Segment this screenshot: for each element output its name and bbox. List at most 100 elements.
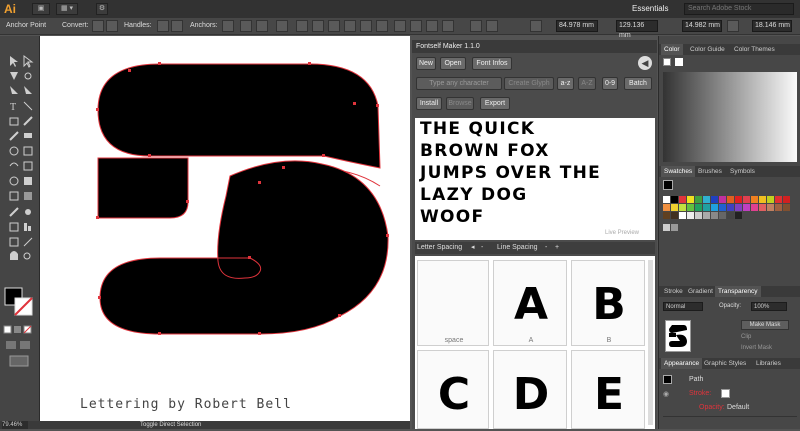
tab-transparency[interactable]: Transparency [715,286,761,297]
sort-AZ-button[interactable]: A-Z [578,77,596,90]
glyph-cell[interactable]: A A [493,260,567,346]
color-fill-swatch[interactable] [663,58,671,66]
new-button[interactable]: New [416,57,436,70]
width-field[interactable]: 14.982 mm [682,20,722,32]
arrange-documents-button[interactable]: ▦ ▾ [56,3,78,15]
export-button[interactable]: Export [480,97,510,110]
tab-stroke[interactable]: Stroke [661,286,686,297]
align-middle-icon[interactable] [360,20,372,32]
invert-mask-checkbox[interactable]: Invert Mask [741,345,789,354]
line-spacing-increase[interactable]: + [555,243,563,253]
align-to-icon[interactable] [442,20,454,32]
remove-anchor-icon[interactable] [222,20,234,32]
glyph-cell[interactable]: B B [571,260,645,346]
font-infos-button[interactable]: Font Infos [472,57,512,70]
tab-appearance[interactable]: Appearance [661,358,703,369]
swatch-fill-icon[interactable] [663,180,673,190]
stroke-none-swatch[interactable] [721,389,730,398]
batch-button[interactable]: Batch [624,77,652,90]
sort-09-button[interactable]: 0-9 [602,77,618,90]
align-center-icon[interactable] [312,20,324,32]
y-field[interactable]: 129.136 mm [616,20,658,39]
distribute-vertical-icon[interactable] [410,20,422,32]
lasso-tool-icon [24,72,32,80]
swatch-grid[interactable] [663,196,797,256]
show-handles-icon[interactable] [157,20,169,32]
opacity-row-label[interactable]: Opacity: [699,404,725,413]
tab-color-guide[interactable]: Color Guide [687,44,728,55]
gpu-button[interactable]: ⚙ [96,3,108,15]
stroke-row-label[interactable]: Stroke: [689,390,719,399]
sort-az-button[interactable]: a-z [557,77,574,90]
tab-libraries[interactable]: Libraries [753,358,784,369]
stock-search-input[interactable]: Search Adobe Stock [684,3,794,15]
color-panel-tabs: Color Color Guide Color Themes [659,44,800,55]
height-field[interactable]: 18.146 mm [752,20,792,32]
align-top-icon[interactable] [344,20,356,32]
browse-button[interactable]: Browse [446,97,474,110]
rotate-tool-icon [9,146,19,156]
appearance-panel-tabs: Appearance Graphic Styles Libraries [659,358,800,369]
cut-path-icon[interactable] [256,20,268,32]
preview-line-2: BROWN FOX [420,141,550,161]
convert-smooth-icon[interactable] [106,20,118,32]
align-bottom-icon[interactable] [376,20,388,32]
tab-swatches[interactable]: Swatches [661,166,696,177]
tool-mode-label: Anchor Point [6,22,47,29]
glyph-char: D [512,369,550,420]
tab-color[interactable]: Color [661,44,683,55]
layer-thumbnail[interactable] [665,320,691,352]
letter-s-artwork[interactable] [40,36,410,421]
blend-mode-select[interactable]: Normal [663,302,703,311]
distribute-horizontal-icon[interactable] [426,20,438,32]
reference-point-icon[interactable] [486,20,498,32]
opacity-field[interactable]: 100% [751,302,787,311]
zoom-level[interactable]: 79.46% [2,421,28,429]
glyph-cell[interactable]: D [493,350,567,429]
color-stroke-swatch[interactable] [675,58,683,66]
tab-symbols[interactable]: Symbols [727,166,758,177]
live-preview-label: Live Preview [605,230,640,236]
install-button[interactable]: Install [416,97,442,110]
status-text[interactable]: Toggle Direct Selection [140,421,230,429]
column-graph-icon [24,223,27,231]
glyph-cell[interactable]: space [417,260,489,346]
tool-icons[interactable]: T [0,36,40,429]
glyph-scrollbar[interactable] [648,260,653,425]
screen-mode-icon [9,355,29,367]
color-spectrum[interactable] [663,72,797,162]
tab-graphic-styles[interactable]: Graphic Styles [701,358,749,369]
clip-checkbox[interactable]: Clip [741,334,789,343]
open-button[interactable]: Open [440,57,466,70]
bridge-button[interactable]: ▣ [32,3,50,15]
transform-icon[interactable] [470,20,482,32]
line-tool-icon [23,101,33,111]
hide-handles-icon[interactable] [171,20,183,32]
preview-line-5: WOOF [420,207,485,227]
live-preview-area[interactable]: THE QUICK BROWN FOX JUMPS OVER THE LAZY … [415,118,655,240]
visibility-eye-icon[interactable]: ◉ [663,390,671,398]
make-mask-button[interactable]: Make Mask [741,320,789,330]
glyph-cell[interactable]: C [417,350,489,429]
workspace-switcher[interactable]: Essentials [632,3,682,15]
x-field[interactable]: 84.978 mm [556,20,598,32]
link-dimensions-icon[interactable] [727,20,739,32]
artboard[interactable] [40,36,410,421]
character-input[interactable]: Type any character [416,77,502,90]
tab-brushes[interactable]: Brushes [695,166,725,177]
tab-gradient[interactable]: Gradient [685,286,716,297]
distribute-icon[interactable] [394,20,406,32]
glyph-label: A [528,337,534,344]
letter-spacing-decrease[interactable]: ◂ [471,243,479,253]
glyph-cell[interactable]: E [571,350,645,429]
letter-spacing-increase[interactable]: - [481,243,489,253]
align-left-icon[interactable] [296,20,308,32]
connect-anchors-icon[interactable] [240,20,252,32]
isolate-icon[interactable] [276,20,288,32]
tab-color-themes[interactable]: Color Themes [731,44,778,55]
convert-corner-icon[interactable] [92,20,104,32]
create-glyph-button[interactable]: Create Glyph [504,77,554,90]
line-spacing-decrease[interactable]: - [545,243,553,253]
letter-spacing-label: Letter Spacing [417,244,463,251]
align-right-icon[interactable] [328,20,340,32]
